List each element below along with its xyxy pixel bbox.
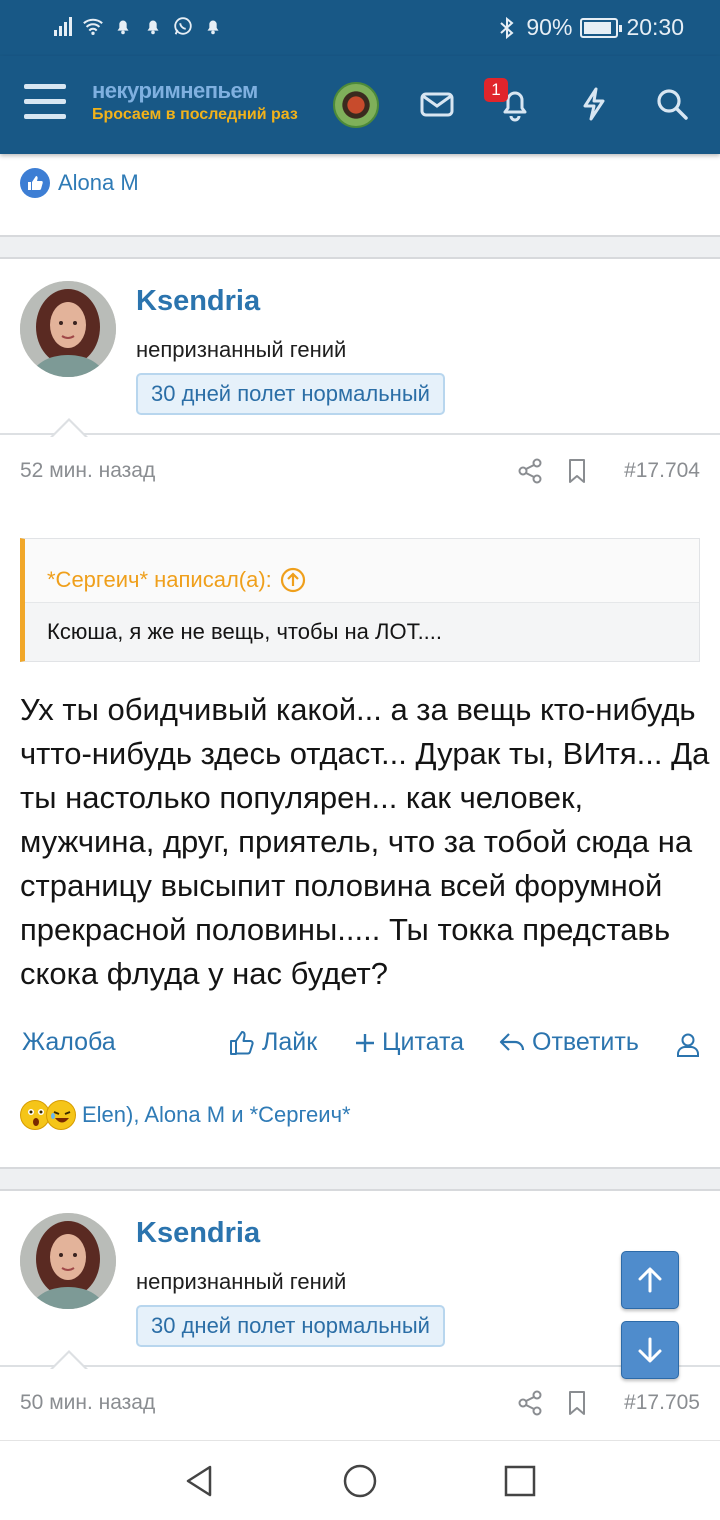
scroll-down-button[interactable] <box>621 1321 679 1379</box>
bolt-icon[interactable] <box>576 86 612 122</box>
username[interactable]: Ksendria <box>136 1217 260 1250</box>
post-body: Ух ты обидчивый какой... а за вещь кто-н… <box>20 692 710 991</box>
user-title: непризнанный гений <box>136 1269 347 1294</box>
plus-icon <box>356 1033 374 1052</box>
clock: 20:30 <box>626 14 684 40</box>
wifi-icon <box>83 18 103 35</box>
user-avatar[interactable] <box>20 1213 116 1309</box>
post-meta: 52 мин. назад #17.704 <box>0 451 720 491</box>
battery-percent: 90% <box>526 14 573 40</box>
post-separator <box>0 235 720 259</box>
quote-block: *Сергеич* написал(а): Ксюша, я же не вещ… <box>20 538 700 662</box>
home-icon[interactable] <box>340 1461 380 1501</box>
post-time[interactable]: 50 мин. назад <box>20 1391 155 1415</box>
system-nav-bar <box>0 1440 720 1520</box>
reactions-names[interactable]: Elen), Alona M и *Сергеич* <box>82 1102 351 1128</box>
arrow-up-circle-icon[interactable] <box>280 567 306 593</box>
divider <box>0 433 720 435</box>
share-icon[interactable] <box>516 457 544 485</box>
user-avatar[interactable] <box>20 281 116 377</box>
account-avatar[interactable] <box>333 82 379 128</box>
user-title: непризнанный гений <box>136 337 347 362</box>
laugh-emoji-icon <box>46 1100 76 1130</box>
user-banner: 30 дней полет нормальный <box>136 1305 445 1347</box>
status-system: 90% 20:30 <box>496 14 684 41</box>
post-meta: 50 мин. назад #17.705 <box>0 1383 720 1423</box>
post-number[interactable]: #17.704 <box>624 459 700 483</box>
thumbs-up-icon <box>20 168 50 198</box>
signal-icon <box>54 17 72 36</box>
menu-icon[interactable] <box>24 84 66 120</box>
scroll-up-button[interactable] <box>621 1251 679 1309</box>
user-icon[interactable] <box>676 1032 700 1058</box>
bell-small-icon <box>117 20 129 35</box>
notification-badge: 1 <box>484 78 508 102</box>
status-bar: 90% 20:30 <box>0 0 720 56</box>
reply-icon <box>499 1032 525 1051</box>
post-user-block: Ksendria непризнанный гений 30 дней поле… <box>0 1191 720 1370</box>
logo-title: некуримнепьем <box>92 78 258 103</box>
post-number[interactable]: #17.705 <box>624 1391 700 1415</box>
post-time[interactable]: 52 мин. назад <box>20 459 155 483</box>
bluetooth-icon <box>500 16 514 39</box>
bell-small-icon <box>207 20 219 35</box>
back-icon[interactable] <box>180 1461 220 1501</box>
quote-header[interactable]: *Сергеич* написал(а): <box>25 539 699 603</box>
post-separator <box>0 1167 720 1191</box>
logo-slogan: Бросаем в последний раз <box>92 106 298 123</box>
post-user-block: Ksendria непризнанный гений 30 дней поле… <box>0 259 720 438</box>
report-label: Жалоба <box>22 1028 116 1056</box>
recents-icon[interactable] <box>500 1461 540 1501</box>
envelope-icon[interactable] <box>419 86 455 122</box>
user-arrow <box>50 1350 88 1370</box>
status-notifications <box>52 14 224 38</box>
bookmark-icon[interactable] <box>566 1389 588 1417</box>
quote-author[interactable]: *Сергеич* написал(а): <box>47 567 272 593</box>
like-button[interactable]: Лайк <box>228 1028 317 1057</box>
thumbs-up-icon <box>230 1030 254 1055</box>
whatsapp-icon <box>174 17 192 35</box>
like-label: Лайк <box>262 1028 318 1056</box>
divider <box>0 1365 720 1367</box>
username[interactable]: Ksendria <box>136 285 260 318</box>
arrow-down-icon <box>638 1337 662 1363</box>
user-banner: 30 дней полет нормальный <box>136 373 445 415</box>
report-link[interactable]: Жалоба <box>22 1028 116 1057</box>
app-header: некуримнепьем Бросаем в последний раз 1 <box>0 56 720 154</box>
reply-label: Ответить <box>532 1028 639 1056</box>
reply-button[interactable]: Ответить <box>498 1028 639 1057</box>
post-reactions[interactable]: Elen), Alona M и *Сергеич* <box>20 1100 351 1130</box>
quote-button[interactable]: Цитата <box>354 1028 464 1057</box>
bell-small-icon <box>147 20 159 35</box>
site-logo[interactable]: некуримнепьем Бросаем в последний раз <box>92 78 298 124</box>
battery-icon <box>580 17 623 38</box>
reactions-names[interactable]: Alona M <box>58 170 139 196</box>
previous-post-reactions[interactable]: Alona M <box>20 168 139 198</box>
quote-text: Ксюша, я же не вещь, чтобы на ЛОТ.... <box>47 619 443 644</box>
search-icon[interactable] <box>654 86 690 122</box>
user-arrow <box>50 418 88 438</box>
bookmark-icon[interactable] <box>566 457 588 485</box>
battery-fill <box>584 21 612 34</box>
post-actions: Жалоба Лайк Цитата Ответить <box>0 1024 720 1064</box>
share-icon[interactable] <box>516 1389 544 1417</box>
arrow-up-icon <box>638 1267 662 1293</box>
quote-label: Цитата <box>382 1028 465 1056</box>
